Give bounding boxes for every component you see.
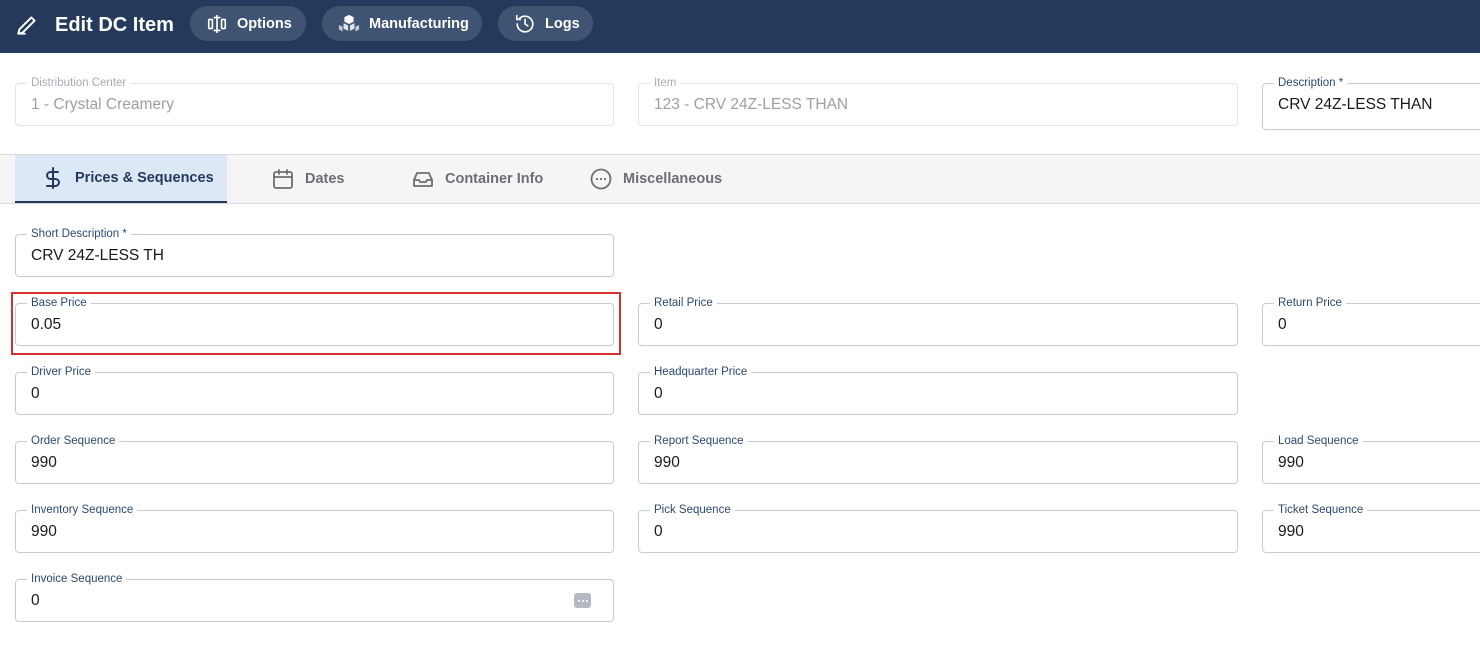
inbox-icon [413, 172, 433, 187]
invoice-sequence-field[interactable]: Invoice Sequence 0 [15, 572, 614, 622]
page-title: Edit DC Item [55, 14, 174, 36]
return-price-label: Return Price [1274, 296, 1346, 310]
ticket-sequence-field[interactable]: Ticket Sequence 990 [1262, 503, 1480, 553]
tab-prices-sequences-label: Prices & Sequences [75, 170, 214, 186]
short-description-field[interactable]: Short Description * CRV 24Z-LESS TH [15, 227, 614, 277]
order-sequence-label: Order Sequence [27, 434, 120, 448]
driver-price-field[interactable]: Driver Price 0 [15, 365, 614, 415]
report-sequence-label: Report Sequence [650, 434, 748, 448]
description-field[interactable]: Description * CRV 24Z-LESS THAN [1262, 76, 1480, 130]
return-price-field[interactable]: Return Price 0 [1262, 296, 1480, 346]
manufacturing-icon [338, 14, 360, 31]
tab-dates[interactable]: Dates [271, 155, 381, 203]
tab-miscellaneous-label: Miscellaneous [623, 171, 723, 187]
options-icon [207, 14, 227, 33]
load-sequence-label: Load Sequence [1274, 434, 1363, 448]
highlight-box [11, 292, 621, 355]
tab-container-info[interactable]: Container Info [411, 155, 571, 203]
tab-container-info-label: Container Info [445, 171, 544, 187]
retail-price-value: 0 [654, 316, 663, 333]
report-sequence-field[interactable]: Report Sequence 990 [638, 434, 1238, 484]
item-value: 123 - CRV 24Z-LESS THAN [654, 96, 849, 113]
retail-price-label: Retail Price [650, 296, 717, 310]
distribution-center-field: Distribution Center 1 - Crystal Creamery [15, 76, 614, 126]
calendar-icon [273, 169, 293, 189]
ellipsis-icon[interactable] [574, 593, 591, 608]
tab-bar: Prices & Sequences Dates Container Info … [0, 155, 1480, 204]
pick-sequence-value: 0 [654, 523, 663, 540]
manufacturing-button[interactable]: Manufacturing [322, 6, 482, 41]
pencil-icon [17, 16, 36, 35]
order-sequence-value: 990 [31, 454, 57, 471]
headquarter-price-label: Headquarter Price [650, 365, 752, 379]
short-description-value: CRV 24Z-LESS TH [31, 247, 164, 264]
options-button[interactable]: Options [190, 6, 306, 41]
item-header-section: Distribution Center 1 - Crystal Creamery… [0, 53, 1480, 155]
tab-prices-sequences[interactable]: Prices & Sequences [15, 155, 227, 203]
driver-price-label: Driver Price [27, 365, 96, 379]
invoice-sequence-value: 0 [31, 592, 40, 609]
pick-sequence-field[interactable]: Pick Sequence 0 [638, 503, 1238, 553]
logs-button[interactable]: Logs [498, 6, 593, 41]
dollar-icon [46, 167, 60, 189]
load-sequence-field[interactable]: Load Sequence 990 [1262, 434, 1480, 484]
distribution-center-label: Distribution Center [27, 76, 131, 90]
return-price-value: 0 [1278, 316, 1287, 333]
distribution-center-value: 1 - Crystal Creamery [31, 96, 174, 113]
description-value: CRV 24Z-LESS THAN [1278, 96, 1433, 113]
short-description-label: Short Description * [27, 227, 131, 241]
item-field: Item 123 - CRV 24Z-LESS THAN [638, 76, 1238, 126]
tab-dates-label: Dates [305, 171, 345, 187]
options-button-label: Options [237, 15, 292, 32]
retail-price-field[interactable]: Retail Price 0 [638, 296, 1238, 346]
description-label: Description * [1274, 76, 1348, 90]
order-sequence-field[interactable]: Order Sequence 990 [15, 434, 614, 484]
history-icon [515, 14, 534, 33]
more-circle-icon [590, 168, 612, 190]
inventory-sequence-field[interactable]: Inventory Sequence 990 [15, 503, 614, 553]
inventory-sequence-label: Inventory Sequence [27, 503, 138, 517]
tab-miscellaneous[interactable]: Miscellaneous [589, 155, 739, 203]
manufacturing-button-label: Manufacturing [369, 15, 469, 32]
load-sequence-value: 990 [1278, 454, 1304, 471]
ticket-sequence-label: Ticket Sequence [1274, 503, 1368, 517]
driver-price-value: 0 [31, 385, 40, 402]
invoice-sequence-label: Invoice Sequence [27, 572, 127, 586]
logs-button-label: Logs [545, 15, 580, 32]
headquarter-price-field[interactable]: Headquarter Price 0 [638, 365, 1238, 415]
inventory-sequence-value: 990 [31, 523, 57, 540]
pick-sequence-label: Pick Sequence [650, 503, 735, 517]
ticket-sequence-value: 990 [1278, 523, 1304, 540]
report-sequence-value: 990 [654, 454, 680, 471]
item-label: Item [650, 76, 681, 90]
headquarter-price-value: 0 [654, 385, 663, 402]
app-header: Edit DC Item Options Manufacturing Logs [0, 0, 1480, 53]
